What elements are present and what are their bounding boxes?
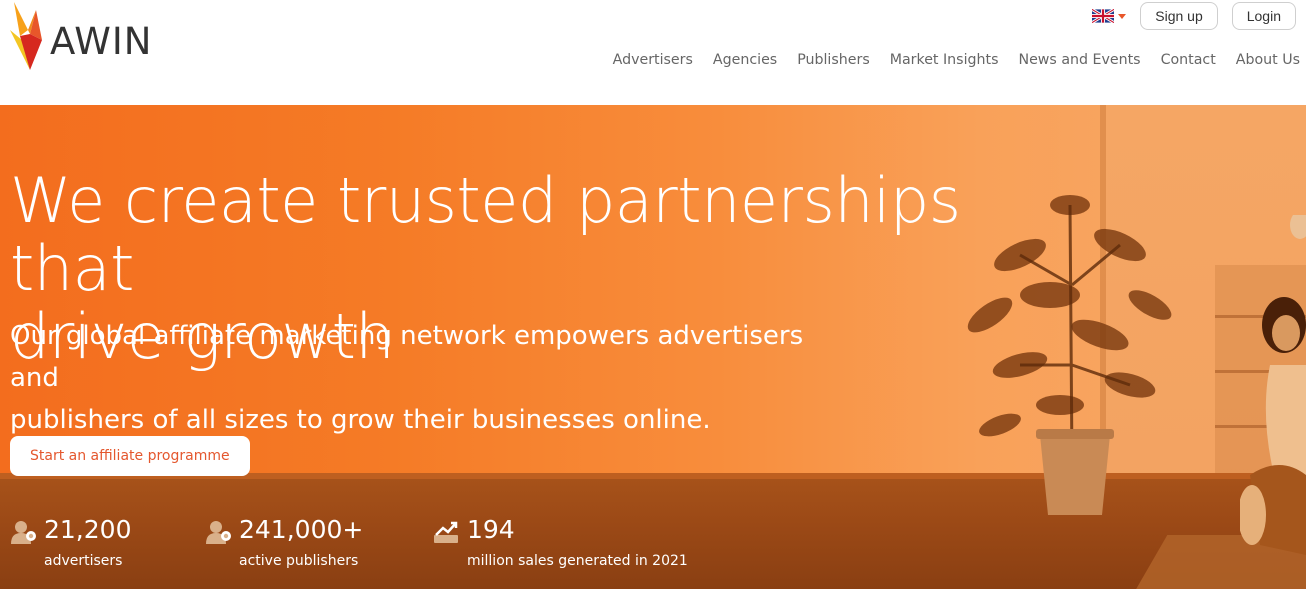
signup-button[interactable]: Sign up [1140,2,1218,30]
nav-item-publishers[interactable]: Publishers [797,52,870,68]
awin-flame-icon [10,2,42,70]
login-button[interactable]: Login [1231,2,1296,30]
header-utilities: Sign up Login [1092,2,1296,30]
hero-subheadline: Our global affiliate marketing network e… [10,315,830,441]
stat-label: active publishers [239,553,359,569]
uk-flag-icon [1092,9,1115,23]
growth-chart-icon [434,521,458,543]
language-selector[interactable] [1092,9,1127,23]
nav-item-about-us[interactable]: About Us [1236,52,1300,68]
stat-label: advertisers [44,553,123,569]
stat-value: 241,000+ [239,515,364,544]
nav-item-contact[interactable]: Contact [1161,52,1216,68]
nav-item-advertisers[interactable]: Advertisers [613,52,693,68]
main-nav: Advertisers Agencies Publishers Market I… [603,52,1306,68]
hero-subheadline-line1: Our global affiliate marketing network e… [10,321,804,393]
person-image [1240,215,1306,555]
chevron-down-icon [1118,13,1127,19]
nav-item-agencies[interactable]: Agencies [713,52,777,68]
publisher-icon [206,521,231,544]
nav-item-news-and-events[interactable]: News and Events [1018,52,1140,68]
awin-logo[interactable]: AWIN [8,0,152,72]
hero-banner: We create trusted partnerships that driv… [0,105,1306,589]
site-header: AWIN Sign up Login Advertisers Agencies … [0,0,1306,105]
advertiser-icon [11,521,36,544]
start-affiliate-programme-button[interactable]: Start an affiliate programme [10,436,250,476]
stat-value: 21,200 [44,515,132,544]
stat-label: million sales generated in 2021 [467,553,688,569]
brand-name: AWIN [50,19,153,63]
hero-subheadline-line2: publishers of all sizes to grow their bu… [10,405,711,435]
nav-item-market-insights[interactable]: Market Insights [890,52,999,68]
hero-headline-line1: We create trusted partnerships that [10,164,961,305]
stat-value: 194 [467,515,515,544]
